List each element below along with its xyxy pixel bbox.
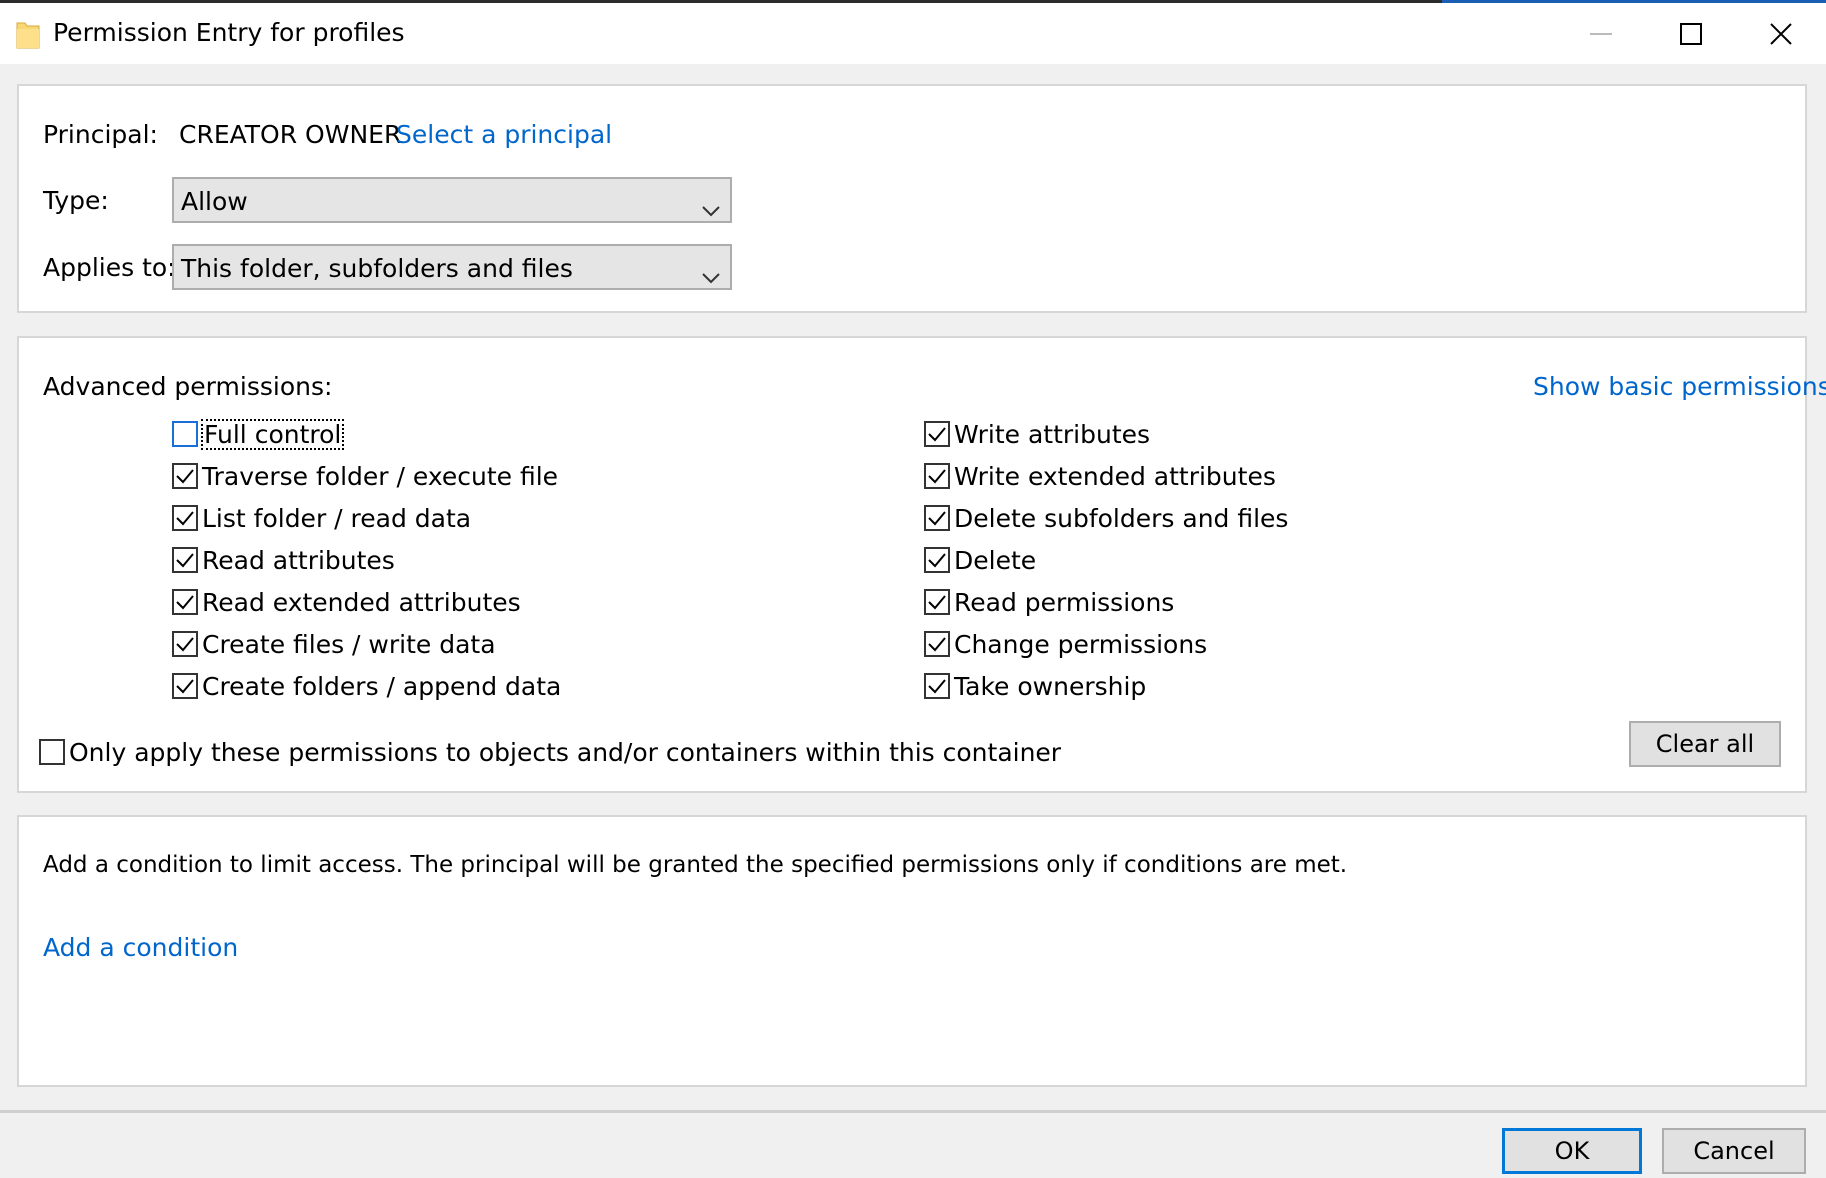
chevron-down-icon bbox=[702, 261, 720, 290]
advanced-permissions-group: Advanced permissions: Show basic permiss… bbox=[17, 336, 1826, 793]
title-bar: Permission Entry for profiles bbox=[0, 0, 1826, 64]
perm-label: Read extended attributes bbox=[202, 587, 521, 617]
perm-read-attributes[interactable]: Read attributes bbox=[172, 542, 395, 578]
type-dropdown[interactable]: Allow bbox=[172, 177, 732, 223]
checkbox[interactable] bbox=[39, 739, 65, 765]
perm-label: Create files / write data bbox=[202, 629, 496, 659]
checkbox-checked[interactable] bbox=[924, 505, 950, 531]
perm-read-extended-attributes[interactable]: Read extended attributes bbox=[172, 584, 521, 620]
perm-traverse-folder[interactable]: Traverse folder / execute file bbox=[172, 458, 558, 494]
minimize-button[interactable] bbox=[1556, 3, 1646, 64]
perm-label: List folder / read data bbox=[202, 503, 472, 533]
checkbox-checked[interactable] bbox=[924, 673, 950, 699]
footer-separator bbox=[0, 1110, 1826, 1113]
minimize-icon bbox=[1590, 32, 1612, 35]
perm-label: Create folders / append data bbox=[202, 671, 562, 701]
close-icon bbox=[1769, 22, 1793, 46]
checkbox-checked[interactable] bbox=[924, 463, 950, 489]
chevron-down-icon bbox=[702, 194, 720, 223]
checkbox-checked[interactable] bbox=[172, 505, 198, 531]
checkbox-checked[interactable] bbox=[172, 673, 198, 699]
ok-button[interactable]: OK bbox=[1502, 1128, 1642, 1174]
principal-group: Principal: CREATOR OWNER Select a princi… bbox=[17, 84, 1807, 313]
perm-full-control[interactable]: Full control bbox=[172, 416, 345, 452]
type-dropdown-value: Allow bbox=[181, 187, 248, 216]
advanced-permissions-label: Advanced permissions: bbox=[43, 372, 333, 401]
principal-value: CREATOR OWNER bbox=[179, 120, 402, 149]
checkbox-checked[interactable] bbox=[172, 547, 198, 573]
perm-label: Read permissions bbox=[954, 587, 1175, 617]
only-apply-option[interactable]: Only apply these permissions to objects … bbox=[39, 734, 1061, 770]
cancel-button[interactable]: Cancel bbox=[1662, 1128, 1806, 1174]
add-condition-link[interactable]: Add a condition bbox=[43, 933, 238, 962]
perm-delete[interactable]: Delete bbox=[924, 542, 1036, 578]
checkbox-checked[interactable] bbox=[172, 631, 198, 657]
type-label: Type: bbox=[43, 186, 109, 215]
perm-label: Take ownership bbox=[954, 671, 1147, 701]
perm-list-folder[interactable]: List folder / read data bbox=[172, 500, 471, 536]
perm-write-extended-attributes[interactable]: Write extended attributes bbox=[924, 458, 1276, 494]
principal-label: Principal: bbox=[43, 120, 158, 149]
perm-delete-subfolders[interactable]: Delete subfolders and files bbox=[924, 500, 1288, 536]
perm-label: Write attributes bbox=[954, 419, 1151, 449]
maximize-button[interactable] bbox=[1646, 3, 1736, 64]
condition-group: Add a condition to limit access. The pri… bbox=[17, 815, 1807, 1087]
checkbox[interactable] bbox=[172, 421, 198, 447]
perm-write-attributes[interactable]: Write attributes bbox=[924, 416, 1150, 452]
perm-label: Read attributes bbox=[202, 545, 395, 575]
folder-icon bbox=[16, 20, 40, 50]
perm-label: Write extended attributes bbox=[954, 461, 1276, 491]
perm-change-permissions[interactable]: Change permissions bbox=[924, 626, 1207, 662]
perm-label: Delete bbox=[954, 545, 1037, 575]
checkbox-checked[interactable] bbox=[924, 547, 950, 573]
checkbox-checked[interactable] bbox=[172, 463, 198, 489]
maximize-icon bbox=[1680, 22, 1702, 45]
checkbox-checked[interactable] bbox=[924, 631, 950, 657]
perm-read-permissions[interactable]: Read permissions bbox=[924, 584, 1174, 620]
applies-to-dropdown-value: This folder, subfolders and files bbox=[181, 254, 573, 283]
select-principal-link[interactable]: Select a principal bbox=[396, 120, 612, 149]
perm-label: Change permissions bbox=[954, 629, 1208, 659]
perm-take-ownership[interactable]: Take ownership bbox=[924, 668, 1146, 704]
show-basic-permissions-link[interactable]: Show basic permissions bbox=[1533, 372, 1826, 401]
checkbox-checked[interactable] bbox=[924, 421, 950, 447]
applies-to-label: Applies to: bbox=[43, 253, 176, 282]
perm-create-files[interactable]: Create files / write data bbox=[172, 626, 496, 662]
checkbox-checked[interactable] bbox=[172, 589, 198, 615]
perm-create-folders[interactable]: Create folders / append data bbox=[172, 668, 561, 704]
condition-description: Add a condition to limit access. The pri… bbox=[43, 852, 1348, 878]
applies-to-dropdown[interactable]: This folder, subfolders and files bbox=[172, 244, 732, 290]
checkbox-checked[interactable] bbox=[924, 589, 950, 615]
perm-label: Full control bbox=[200, 418, 345, 450]
clear-all-button[interactable]: Clear all bbox=[1629, 721, 1781, 767]
perm-label: Traverse folder / execute file bbox=[202, 461, 559, 491]
close-button[interactable] bbox=[1736, 3, 1826, 64]
perm-label: Delete subfolders and files bbox=[954, 503, 1289, 533]
only-apply-label: Only apply these permissions to objects … bbox=[69, 737, 1062, 767]
window-title: Permission Entry for profiles bbox=[53, 18, 405, 47]
